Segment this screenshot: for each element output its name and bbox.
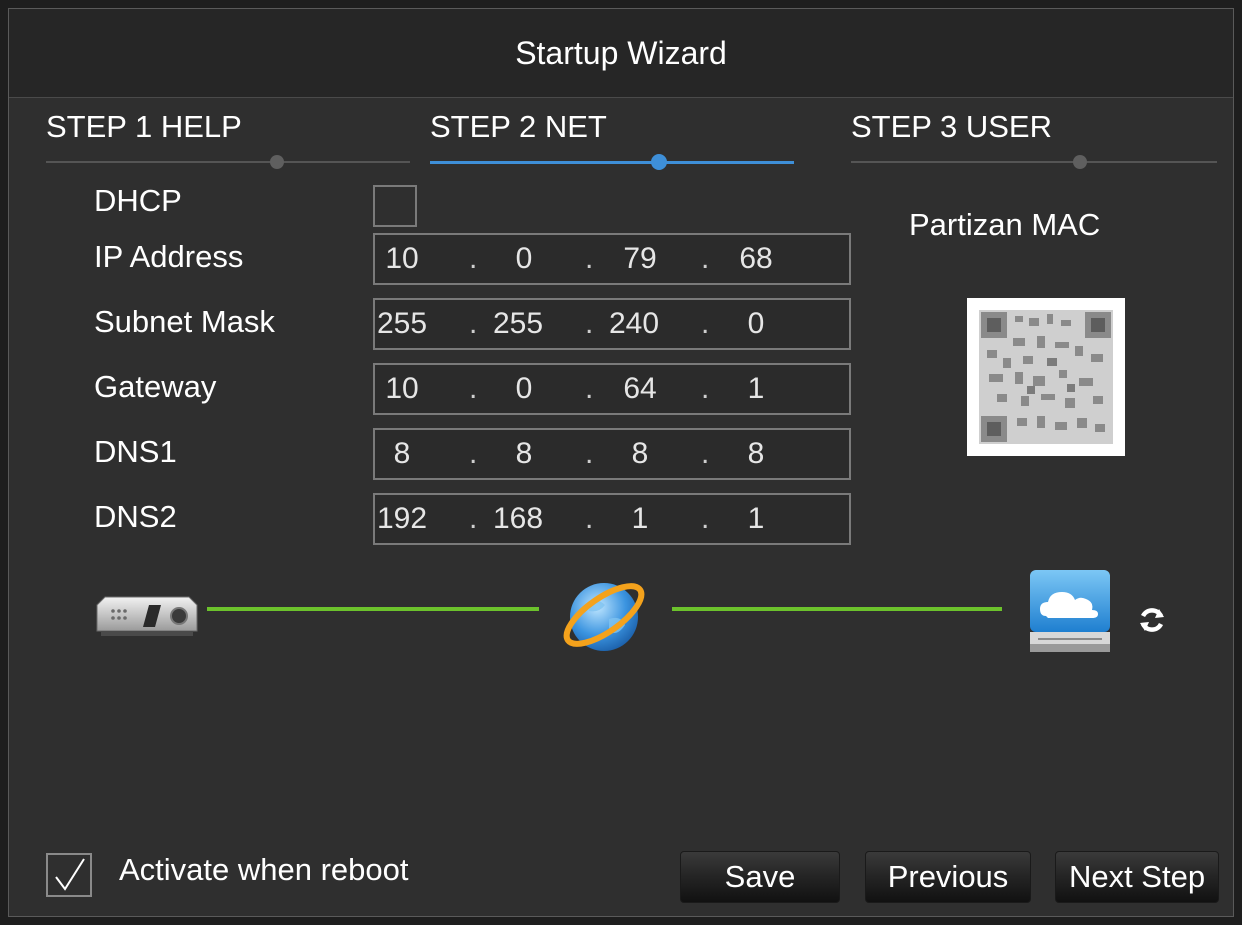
octet-separator: . [701, 437, 710, 470]
step-3-indicator [1073, 155, 1087, 169]
octet-separator: . [469, 242, 478, 275]
cloud-server-icon [1028, 568, 1112, 659]
step-3-user-tab[interactable]: STEP 3 USER [851, 109, 1052, 145]
gateway-field[interactable]: 10 . 0 . 64 . 1 [373, 363, 851, 415]
ip-octet-2[interactable]: 0 [493, 242, 555, 276]
step-3-track [851, 161, 1217, 163]
internet-globe-icon [559, 567, 649, 662]
subnet-octet-4[interactable]: 0 [725, 307, 787, 341]
activate-when-reboot-label: Activate when reboot [119, 852, 409, 887]
refresh-icon[interactable] [1137, 605, 1167, 640]
dns1-octet-4[interactable]: 8 [725, 437, 787, 471]
dns2-octet-4[interactable]: 1 [725, 502, 787, 536]
ip-octet-4[interactable]: 68 [725, 242, 787, 276]
internet-cloud-link [672, 607, 1002, 611]
dns2-octet-3[interactable]: 1 [609, 502, 671, 536]
octet-separator: . [701, 372, 710, 405]
subnet-octet-1[interactable]: 255 [371, 307, 433, 341]
octet-separator: . [701, 242, 710, 275]
qr-code-icon [979, 310, 1113, 444]
dns2-label: DNS2 [94, 499, 177, 534]
startup-wizard-window: Startup Wizard STEP 1 HELP STEP 2 NET ST… [8, 8, 1234, 917]
mac-label: Partizan MAC [909, 207, 1101, 242]
dns1-octet-2[interactable]: 8 [493, 437, 555, 471]
dvr-device-icon [91, 591, 199, 644]
title-bar: Startup Wizard [9, 9, 1233, 98]
subnet-octet-2[interactable]: 255 [487, 307, 549, 341]
dns2-octet-1[interactable]: 192 [371, 502, 433, 536]
previous-button[interactable]: Previous [865, 851, 1031, 903]
ip-address-field[interactable]: 10 . 0 . 79 . 68 [373, 233, 851, 285]
subnet-mask-field[interactable]: 255 . 255 . 240 . 0 [373, 298, 851, 350]
octet-separator: . [469, 372, 478, 405]
step-2-track [430, 161, 794, 164]
dns1-octet-1[interactable]: 8 [371, 437, 433, 471]
gateway-label: Gateway [94, 369, 217, 404]
next-step-button[interactable]: Next Step [1055, 851, 1219, 903]
dns2-octet-2[interactable]: 168 [487, 502, 549, 536]
octet-separator: . [585, 437, 594, 470]
step-2-net-tab[interactable]: STEP 2 NET [430, 109, 607, 145]
subnet-mask-label: Subnet Mask [94, 304, 275, 339]
dhcp-checkbox[interactable] [373, 185, 417, 227]
ip-address-label: IP Address [94, 239, 244, 274]
dhcp-label: DHCP [94, 183, 182, 218]
octet-separator: . [585, 502, 594, 535]
device-internet-link [207, 607, 539, 611]
octet-separator: . [701, 502, 710, 535]
octet-separator: . [585, 242, 594, 275]
octet-separator: . [585, 307, 594, 340]
step-1-help-tab[interactable]: STEP 1 HELP [46, 109, 242, 145]
dns1-label: DNS1 [94, 434, 177, 469]
step-1-track [46, 161, 410, 163]
octet-separator: . [469, 307, 478, 340]
gateway-octet-2[interactable]: 0 [493, 372, 555, 406]
step-1-indicator [270, 155, 284, 169]
save-button[interactable]: Save [680, 851, 840, 903]
octet-separator: . [701, 307, 710, 340]
dns2-field[interactable]: 192 . 168 . 1 . 1 [373, 493, 851, 545]
ip-octet-3[interactable]: 79 [609, 242, 671, 276]
gateway-octet-4[interactable]: 1 [725, 372, 787, 406]
gateway-octet-1[interactable]: 10 [371, 372, 433, 406]
step-2-indicator [651, 154, 667, 170]
mac-qr-code [967, 298, 1125, 456]
checkmark-icon [55, 858, 85, 891]
activate-when-reboot-checkbox[interactable] [46, 853, 92, 897]
subnet-octet-3[interactable]: 240 [603, 307, 665, 341]
octet-separator: . [585, 372, 594, 405]
ip-octet-1[interactable]: 10 [371, 242, 433, 276]
dns1-field[interactable]: 8 . 8 . 8 . 8 [373, 428, 851, 480]
window-title: Startup Wizard [515, 34, 727, 71]
gateway-octet-3[interactable]: 64 [609, 372, 671, 406]
octet-separator: . [469, 502, 478, 535]
octet-separator: . [469, 437, 478, 470]
dns1-octet-3[interactable]: 8 [609, 437, 671, 471]
